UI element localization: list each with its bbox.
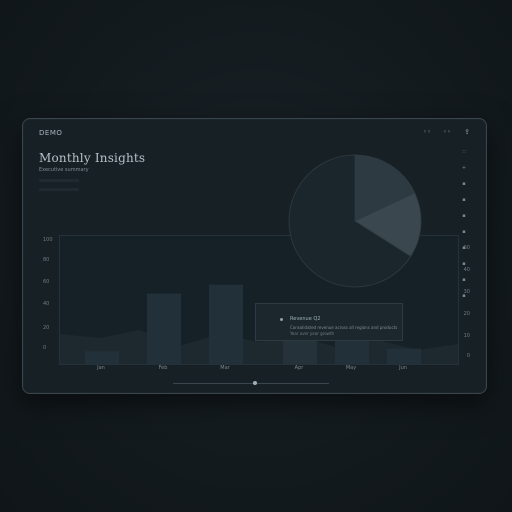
chart-tooltip: Revenue Q2 Consolidated revenue across a… bbox=[255, 303, 403, 341]
page-title: Monthly Insights bbox=[39, 151, 146, 165]
y-tick: 60 bbox=[43, 279, 50, 285]
y-axis-left: 100 80 60 40 20 0 bbox=[43, 237, 57, 363]
y-tick: 100 bbox=[43, 237, 53, 243]
placeholder-line bbox=[39, 188, 79, 191]
x-tick: Jan bbox=[97, 365, 105, 371]
rail-item[interactable]: ▪ bbox=[456, 197, 472, 213]
rail-item[interactable]: ▪ bbox=[456, 181, 472, 197]
tooltip-subline: Year over year growth bbox=[290, 331, 335, 336]
bar[interactable] bbox=[147, 293, 181, 364]
y-tick: 20 bbox=[43, 325, 50, 331]
bar[interactable] bbox=[209, 284, 243, 364]
brand-logo: DEMO bbox=[39, 129, 63, 137]
x-tick: Mar bbox=[220, 365, 230, 371]
x-tick: Feb bbox=[158, 365, 168, 371]
tooltip-title: Revenue Q2 bbox=[290, 316, 321, 322]
pie-chart bbox=[288, 154, 422, 288]
filter-icon[interactable]: ◦◦ bbox=[420, 127, 434, 137]
y-tick: 20 bbox=[463, 311, 470, 317]
placeholder-line bbox=[39, 179, 79, 182]
share-icon[interactable]: ⇪ bbox=[460, 127, 474, 137]
y-tick: 30 bbox=[463, 289, 470, 295]
top-toolbar: ◦◦ ◦◦ ⇪ bbox=[420, 127, 474, 137]
settings-icon[interactable]: ◦◦ bbox=[440, 127, 454, 137]
y-tick: 0 bbox=[466, 353, 470, 359]
y-tick: 40 bbox=[43, 301, 50, 307]
y-tick: 80 bbox=[43, 257, 50, 263]
rail-item[interactable]: + bbox=[456, 165, 472, 181]
bar[interactable] bbox=[85, 351, 119, 364]
y-tick: 40 bbox=[463, 267, 470, 273]
bar[interactable] bbox=[387, 348, 421, 364]
x-tick: Jun bbox=[399, 365, 407, 371]
y-tick: 0 bbox=[43, 345, 47, 351]
rail-item[interactable]: ▪ bbox=[456, 213, 472, 229]
scroll-track[interactable] bbox=[173, 383, 329, 384]
dashboard-window: DEMO ◦◦ ◦◦ ⇪ Monthly Insights Executive … bbox=[22, 118, 487, 394]
y-axis-right: 60 40 30 20 10 0 bbox=[456, 245, 470, 365]
x-axis-labels: Jan Feb Mar Apr May Jun bbox=[59, 365, 457, 375]
page-subtitle: Executive summary bbox=[39, 167, 89, 173]
faint-placeholder-lines bbox=[39, 179, 79, 197]
rail-item[interactable]: ∷ bbox=[456, 149, 472, 165]
x-tick: Apr bbox=[294, 365, 304, 371]
y-tick: 60 bbox=[463, 245, 470, 251]
x-tick: May bbox=[345, 365, 357, 371]
y-tick: 10 bbox=[463, 333, 470, 339]
scroll-thumb[interactable] bbox=[253, 381, 257, 385]
legend-dot-icon bbox=[280, 318, 283, 321]
tooltip-line: Consolidated revenue across all regions … bbox=[290, 325, 398, 330]
